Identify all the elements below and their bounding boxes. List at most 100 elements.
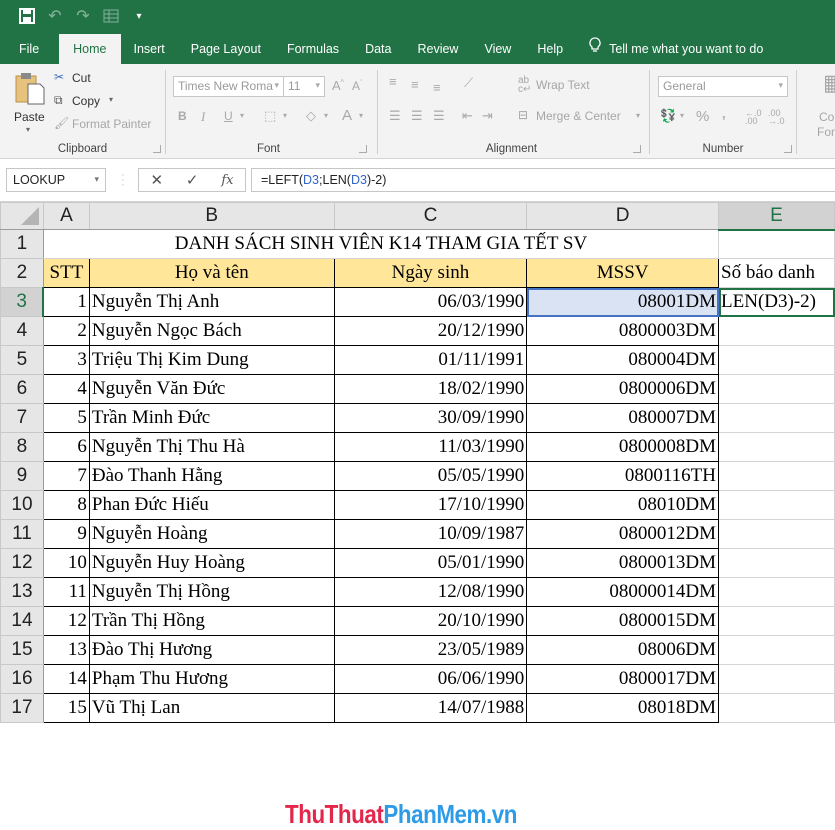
increase-font-size-icon[interactable]: A^ [332, 78, 344, 93]
mssv-cell[interactable]: 080004DM [526, 345, 720, 375]
sbd-cell[interactable] [718, 432, 835, 462]
mssv-cell[interactable]: 08001DM [526, 287, 720, 317]
sheet-title-cell[interactable]: DANH SÁCH SINH VIÊN K14 THAM GIA TẾT SV [42, 229, 720, 259]
stt-cell[interactable]: 10 [42, 548, 90, 578]
tab-data[interactable]: Data [352, 34, 404, 64]
clipboard-launcher-icon[interactable] [153, 145, 161, 153]
resize-handle[interactable]: · · · [121, 170, 125, 191]
orientation-icon[interactable]: ⟋ [464, 75, 473, 91]
tab-review[interactable]: Review [404, 34, 471, 64]
column-header-a[interactable]: A [42, 202, 90, 230]
header-cell-dob[interactable]: Ngày sinh [333, 258, 528, 288]
mssv-cell[interactable]: 0800015DM [526, 606, 720, 636]
active-cell[interactable]: LEN(D3)-2) [718, 287, 835, 317]
tell-me-search[interactable]: Tell me what you want to do [576, 34, 776, 64]
font-launcher-icon[interactable] [359, 145, 367, 153]
sbd-cell[interactable] [718, 519, 835, 549]
sbd-cell[interactable] [718, 403, 835, 433]
sbd-cell[interactable] [718, 693, 835, 723]
stt-cell[interactable]: 11 [42, 577, 90, 607]
undo-icon[interactable]: ↶ [46, 7, 64, 25]
tab-home[interactable]: Home [59, 34, 121, 64]
dob-cell[interactable]: 20/12/1990 [333, 316, 528, 346]
header-cell-stt[interactable]: STT [42, 258, 90, 288]
mssv-cell[interactable]: 0800006DM [526, 374, 720, 404]
dob-cell[interactable]: 14/07/1988 [333, 693, 528, 723]
stt-cell[interactable]: 4 [42, 374, 90, 404]
conditional-formatting-button[interactable]: ▦ Cond Form [807, 70, 835, 139]
dob-cell[interactable]: 11/03/1990 [333, 432, 528, 462]
name-cell[interactable]: Nguyễn Hoàng [88, 519, 335, 549]
decrease-indent-icon[interactable]: ⇤ [462, 108, 473, 124]
row-header[interactable]: 16 [0, 664, 44, 694]
row-header[interactable]: 14 [0, 606, 44, 636]
cut-button[interactable]: ✂ Cut [54, 70, 114, 88]
number-launcher-icon[interactable] [784, 145, 792, 153]
align-top-icon[interactable]: ≡ [389, 74, 397, 89]
name-cell[interactable]: Nguyễn Huy Hoàng [88, 548, 335, 578]
name-cell[interactable]: Vũ Thị Lan [88, 693, 335, 723]
dob-cell[interactable]: 06/06/1990 [333, 664, 528, 694]
font-color-dropdown-icon[interactable]: ▾ [359, 111, 363, 120]
name-cell[interactable]: Trần Minh Đức [88, 403, 335, 433]
dob-cell[interactable]: 18/02/1990 [333, 374, 528, 404]
paste-button[interactable]: Paste ▾ [10, 70, 50, 134]
tab-view[interactable]: View [471, 34, 524, 64]
dob-cell[interactable]: 17/10/1990 [333, 490, 528, 520]
header-cell-mssv[interactable]: MSSV [526, 258, 720, 288]
row-header[interactable]: 5 [0, 345, 44, 375]
row-header[interactable]: 13 [0, 577, 44, 607]
comma-button[interactable]: , [722, 106, 726, 121]
stt-cell[interactable]: 14 [42, 664, 90, 694]
name-cell[interactable]: Nguyễn Văn Đức [88, 374, 335, 404]
copy-dropdown-icon[interactable]: ▾ [109, 95, 113, 104]
mssv-cell[interactable]: 080007DM [526, 403, 720, 433]
row-header[interactable]: 1 [0, 229, 44, 259]
sbd-cell[interactable] [718, 316, 835, 346]
sbd-cell[interactable] [718, 577, 835, 607]
sbd-cell[interactable] [718, 548, 835, 578]
sbd-cell[interactable] [718, 635, 835, 665]
mssv-cell[interactable]: 0800116TH [526, 461, 720, 491]
mssv-cell[interactable]: 0800012DM [526, 519, 720, 549]
row-header[interactable]: 8 [0, 432, 44, 462]
sbd-cell[interactable] [718, 461, 835, 491]
row-header[interactable]: 17 [0, 693, 44, 723]
dob-cell[interactable]: 23/05/1989 [333, 635, 528, 665]
align-right-icon[interactable]: ☰ [433, 108, 445, 124]
stt-cell[interactable]: 15 [42, 693, 90, 723]
mssv-cell[interactable]: 08018DM [526, 693, 720, 723]
stt-cell[interactable]: 6 [42, 432, 90, 462]
fill-color-dropdown-icon[interactable]: ▾ [324, 111, 328, 120]
stt-cell[interactable]: 12 [42, 606, 90, 636]
tab-file[interactable]: File [0, 34, 59, 64]
mssv-cell[interactable]: 0800017DM [526, 664, 720, 694]
row-header[interactable]: 2 [0, 258, 44, 288]
stt-cell[interactable]: 13 [42, 635, 90, 665]
alignment-launcher-icon[interactable] [633, 145, 641, 153]
column-header-d[interactable]: D [526, 202, 720, 230]
increase-indent-icon[interactable]: ⇥ [482, 108, 493, 124]
insert-function-icon[interactable]: fx [221, 173, 233, 188]
bold-button[interactable]: B [178, 109, 187, 123]
accounting-format-icon[interactable]: 💱 [660, 108, 676, 124]
dob-cell[interactable]: 01/11/1991 [333, 345, 528, 375]
stt-cell[interactable]: 1 [42, 287, 90, 317]
header-cell-name[interactable]: Họ và tên [88, 258, 335, 288]
italic-button[interactable]: I [201, 109, 205, 125]
mssv-cell[interactable]: 08006DM [526, 635, 720, 665]
decrease-font-size-icon[interactable]: Aˇ [352, 79, 362, 93]
dob-cell[interactable]: 06/03/1990 [333, 287, 528, 317]
stt-cell[interactable]: 3 [42, 345, 90, 375]
formula-input[interactable]: =LEFT(D3;LEN(D3)-2) [251, 168, 835, 192]
form-icon[interactable] [102, 7, 120, 25]
row-header[interactable]: 3 [0, 287, 45, 317]
underline-dropdown-icon[interactable]: ▾ [240, 111, 244, 120]
tab-page-layout[interactable]: Page Layout [178, 34, 274, 64]
column-header-e[interactable]: E [718, 202, 835, 231]
merge-center-button[interactable]: ⊟ Merge & Center ▾ [518, 108, 643, 127]
column-header-b[interactable]: B [88, 202, 335, 230]
stt-cell[interactable]: 7 [42, 461, 90, 491]
row-header[interactable]: 10 [0, 490, 44, 520]
name-box[interactable]: LOOKUP ▾ [6, 168, 106, 192]
